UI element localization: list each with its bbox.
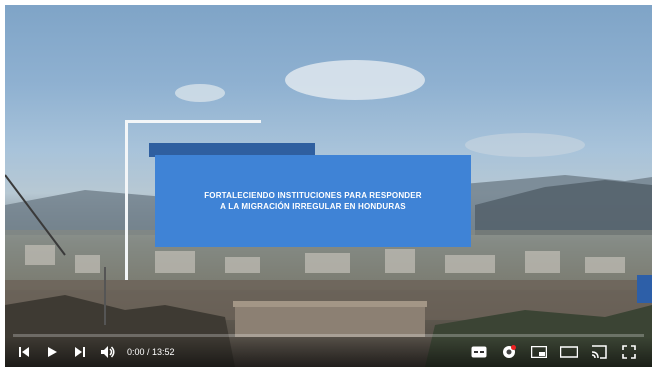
cast-icon	[591, 345, 607, 359]
play-icon	[48, 347, 57, 357]
miniplayer-icon	[531, 346, 547, 358]
next-button[interactable]	[69, 341, 91, 363]
miniplayer-button[interactable]	[528, 341, 550, 363]
settings-button[interactable]	[498, 341, 520, 363]
previous-icon	[19, 347, 29, 357]
play-button[interactable]	[41, 341, 63, 363]
fullscreen-icon	[622, 345, 636, 359]
previous-button[interactable]	[13, 341, 35, 363]
fullscreen-button[interactable]	[618, 341, 640, 363]
time-display: 0:00 / 13:52	[127, 347, 175, 357]
subtitles-icon	[471, 346, 487, 358]
subtitles-button[interactable]	[468, 341, 490, 363]
video-player[interactable]: FORTALECIENDO INSTITUCIONES PARA RESPOND…	[5, 5, 652, 367]
theater-mode-icon	[560, 346, 578, 358]
volume-icon	[101, 346, 115, 358]
volume-button[interactable]	[97, 341, 119, 363]
next-icon	[75, 347, 85, 357]
video-title-text: FORTALECIENDO INSTITUCIONES PARA RESPOND…	[204, 191, 422, 211]
decorative-bracket-top	[125, 120, 261, 123]
theater-mode-button[interactable]	[558, 341, 580, 363]
decorative-bracket-left	[125, 120, 128, 280]
cast-button[interactable]	[588, 341, 610, 363]
settings-icon	[503, 345, 516, 358]
title-overlay: FORTALECIENDO INSTITUCIONES PARA RESPOND…	[155, 155, 471, 247]
player-controls: 0:00 / 13:52	[5, 337, 652, 367]
